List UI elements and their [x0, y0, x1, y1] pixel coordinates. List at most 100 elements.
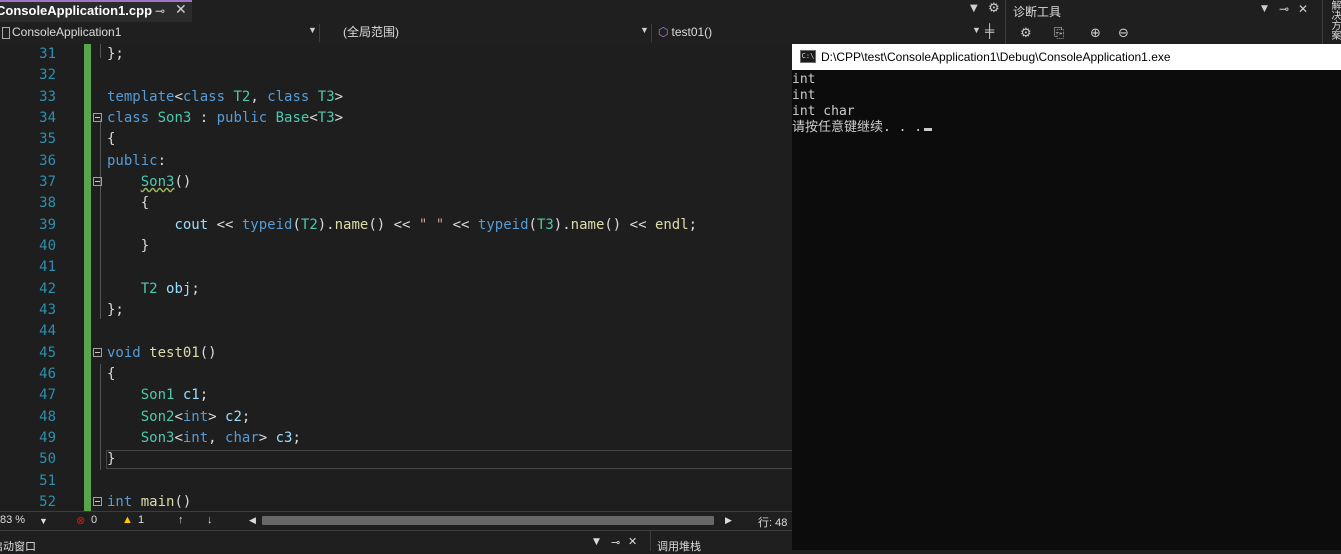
console-line: int char [792, 104, 855, 119]
code-line: }; [107, 46, 124, 62]
code-line: public: [107, 153, 167, 169]
code-line: } [107, 451, 116, 467]
close-icon[interactable]: ✕ [175, 2, 187, 18]
code-line: { [107, 366, 116, 382]
editor-status-bar: 83 % ▼ ⊗ 0 ▲ 1 ↑ ↓ ◀ ▶ 行: 48 [0, 511, 792, 530]
line-number: 50 [39, 451, 56, 467]
line-number: 44 [39, 323, 56, 339]
line-number: 46 [39, 366, 56, 382]
bottom-pane-title[interactable]: 启动窗口 [0, 538, 36, 554]
tab-list-dropdown-icon[interactable]: ▼ [970, 3, 978, 14]
line-number: 40 [39, 238, 56, 254]
close-icon[interactable]: ✕ [1298, 2, 1308, 16]
project-dropdown[interactable]: ConsoleApplication1 [2, 24, 121, 41]
member-label: test01() [671, 25, 713, 39]
warning-icon[interactable]: ▲ [122, 514, 133, 526]
zoom-in-icon[interactable]: ⊕ [1090, 26, 1101, 41]
error-icon[interactable]: ⊗ [76, 514, 85, 527]
pin-icon[interactable]: ⊸ [611, 536, 620, 549]
solution-explorer-side-tab[interactable]: 解决方案 [1322, 0, 1341, 44]
line-number: 49 [39, 430, 56, 446]
previous-issue-icon[interactable]: ↑ [178, 514, 184, 526]
line-number: 32 [39, 67, 56, 83]
project-label: ConsoleApplication1 [12, 25, 122, 39]
code-line: T2 obj; [140, 281, 200, 297]
project-icon [2, 26, 10, 39]
scroll-right-icon[interactable]: ▶ [725, 515, 732, 526]
document-tab-title[interactable]: ConsoleApplication1.cpp [0, 3, 152, 18]
diagnostics-pane: 诊断工具 ▼ ⊸ ✕ ⚙ ⎘ ⊕ ⊖ [1005, 0, 1341, 44]
collapse-icon[interactable] [93, 348, 102, 357]
chevron-down-icon[interactable]: ▼ [308, 25, 317, 35]
console-title: D:\CPP\test\ConsoleApplication1\Debug\Co… [821, 50, 1171, 64]
console-line: int [792, 72, 816, 87]
collapse-icon[interactable] [93, 497, 102, 506]
code-line: int main() [107, 494, 192, 510]
code-line: }; [107, 302, 124, 318]
console-title-bar[interactable]: C:\ D:\CPP\test\ConsoleApplication1\Debu… [792, 44, 1341, 70]
member-dropdown[interactable]: ⬡ test01() [658, 24, 712, 41]
line-number: 31 [39, 46, 56, 62]
navigation-bar: ConsoleApplication1 ▼ (全局范围) ▼ ⬡ test01()… [0, 22, 1005, 45]
scroll-left-icon[interactable]: ◀ [249, 515, 256, 526]
method-icon: ⬡ [658, 25, 669, 39]
line-number: 39 [39, 217, 56, 233]
separator [319, 24, 320, 42]
close-icon[interactable]: ✕ [628, 535, 637, 548]
code-line: cout << typeid(T2).name() << " " << type… [174, 217, 698, 233]
collapse-icon[interactable] [93, 113, 102, 122]
call-stack-title[interactable]: 调用堆栈 [657, 538, 701, 554]
gear-icon[interactable]: ⚙ [988, 1, 1000, 16]
line-number: 41 [39, 259, 56, 275]
export-icon[interactable]: ⎘ [1054, 26, 1064, 41]
separator [650, 531, 651, 551]
diagnostics-title: 诊断工具 [1013, 5, 1062, 19]
code-line: void test01() [107, 345, 217, 361]
line-number: 42 [39, 281, 56, 297]
code-line: { [107, 195, 150, 211]
code-line: Son3() [140, 174, 192, 190]
chevron-down-icon[interactable]: ▼ [593, 537, 600, 547]
chevron-down-icon[interactable]: ▼ [39, 516, 48, 526]
line-number: 36 [39, 153, 56, 169]
console-window[interactable]: C:\ D:\CPP\test\ConsoleApplication1\Debu… [792, 44, 1341, 550]
line-indicator: 行: 48 [758, 517, 788, 529]
line-number: 45 [39, 345, 56, 361]
next-issue-icon[interactable]: ↓ [207, 514, 213, 526]
chevron-down-icon[interactable]: ▼ [640, 25, 649, 35]
code-line: Son3<int, char> c3; [140, 430, 301, 446]
settings-icon[interactable]: ⚙ [1020, 26, 1032, 41]
error-count[interactable]: 0 [91, 514, 97, 526]
line-number: 43 [39, 302, 56, 318]
line-number: 38 [39, 195, 56, 211]
pin-icon[interactable]: ⊸ [155, 4, 165, 18]
code-line: { [107, 131, 116, 147]
code-line: template<class T2, class T3> [107, 89, 344, 105]
split-icon[interactable]: ╪ [985, 23, 994, 38]
line-number: 33 [39, 89, 56, 105]
collapse-icon[interactable] [93, 177, 102, 186]
pin-icon[interactable]: ⊸ [1279, 2, 1289, 16]
zoom-level[interactable]: 83 % [0, 514, 25, 526]
chevron-down-icon[interactable]: ▼ [972, 25, 981, 35]
side-tab-label: 解决方案 [1329, 0, 1340, 40]
line-number: 51 [39, 473, 56, 489]
code-line: } [107, 238, 150, 254]
scope-dropdown[interactable]: (全局范围) [343, 24, 399, 41]
console-line: int [792, 88, 816, 103]
console-line: 请按任意键继续. . . [792, 120, 923, 135]
chevron-down-icon[interactable]: ▼ [1261, 4, 1268, 14]
code-line: Son1 c1; [140, 387, 209, 403]
line-number: 52 [39, 494, 56, 510]
horizontal-scrollbar[interactable] [262, 516, 714, 525]
zoom-out-icon[interactable]: ⊖ [1118, 26, 1129, 41]
separator [651, 24, 652, 42]
line-number: 34 [39, 110, 56, 126]
code-editor[interactable]: 31}; 32 33 template<class T2, class T3> 3… [0, 44, 792, 511]
document-tab[interactable]: ConsoleApplication1.cpp ⊸ ✕ [0, 0, 192, 22]
scope-label: (全局范围) [343, 25, 399, 39]
warning-count[interactable]: 1 [138, 514, 144, 526]
line-number: 47 [39, 387, 56, 403]
console-output: int int int char 请按任意键继续. . . [792, 72, 933, 136]
document-tab-strip: ConsoleApplication1.cpp ⊸ ✕ ▼ ⚙ [0, 0, 1005, 23]
